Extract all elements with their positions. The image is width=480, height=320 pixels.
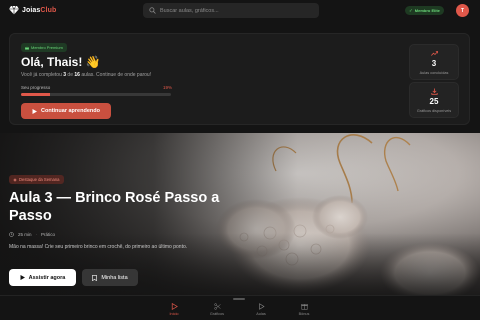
stat-value: 25	[429, 97, 439, 106]
featured-lesson-hero[interactable]: Destaque da Semana Aula 3 — Brinco Rosé …	[0, 133, 480, 295]
scissors-icon	[213, 303, 221, 310]
progress-fill	[21, 93, 50, 96]
top-bar: JoiasClub Buscar aulas, gráficos... ✓ Me…	[0, 0, 480, 22]
stat-label: Aulas concluídas	[419, 71, 449, 75]
lesson-meta: 25 min · Prático	[9, 232, 55, 237]
search-icon	[149, 7, 156, 14]
progress-summary: Você já completou 3 de 16 aulas. Continu…	[21, 72, 152, 78]
nav-item-bonus[interactable]: Bônus	[284, 303, 324, 316]
crown-icon	[25, 46, 29, 49]
search-placeholder: Buscar aulas, gráficos...	[160, 7, 219, 14]
stat-label: Gráficos disponíveis	[416, 109, 452, 113]
nav-item-home[interactable]: Início	[154, 303, 194, 316]
welcome-card: Membro Premium Olá, Thais! 👋 Você já com…	[9, 33, 470, 125]
featured-badge: Destaque da Semana	[9, 175, 64, 184]
download-icon	[431, 88, 438, 95]
premium-badge: Membro Premium	[21, 43, 67, 52]
home-icon	[171, 303, 178, 310]
logo[interactable]: JoiasClub	[9, 5, 56, 15]
diamond-icon	[9, 5, 19, 15]
play-icon	[258, 303, 265, 310]
lesson-duration: 25 min	[18, 232, 32, 237]
progress-bar	[21, 93, 171, 96]
my-list-button[interactable]: Minha lista	[82, 269, 138, 286]
clock-icon	[9, 232, 14, 237]
nav-item-lessons[interactable]: Aulas	[241, 303, 281, 316]
scroll-indicator	[233, 298, 245, 300]
search-input[interactable]: Buscar aulas, gráficos...	[143, 3, 319, 18]
play-icon	[20, 275, 25, 280]
gift-icon	[300, 304, 308, 310]
stat-charts-available: 25 Gráficos disponíveis	[409, 82, 459, 118]
lesson-description: Mão na massa! Crie seu primeiro brinco e…	[9, 244, 188, 250]
nav-item-charts[interactable]: Gráficos	[197, 303, 237, 316]
greeting-title: Olá, Thais! 👋	[21, 55, 101, 69]
play-icon	[32, 108, 37, 114]
check-icon: ✓	[409, 7, 413, 13]
progress-label: Seu progresso	[21, 85, 51, 90]
meta-separator: ·	[35, 232, 38, 237]
bookmark-icon	[92, 274, 98, 281]
membership-badge: ✓ Membro Elite	[405, 6, 444, 15]
watch-now-button[interactable]: Assistir agora	[9, 269, 76, 286]
progress-percent: 19%	[163, 85, 173, 90]
stat-value: 3	[431, 59, 437, 68]
continue-learning-button[interactable]: Continuar aprendendo	[21, 103, 111, 119]
lesson-title: Aula 3 — Brinco Rosé Passo a Passo	[9, 190, 220, 224]
lesson-level: Prático	[41, 232, 56, 237]
trending-up-icon	[431, 51, 438, 56]
stat-lessons-completed: 3 Aulas concluídas	[409, 44, 459, 80]
logo-text: JoiasClub	[22, 6, 57, 14]
sparkle-icon	[13, 177, 17, 182]
bottom-navigation: Início Gráficos Aulas Bônus	[0, 295, 480, 320]
avatar[interactable]: T	[456, 4, 469, 17]
